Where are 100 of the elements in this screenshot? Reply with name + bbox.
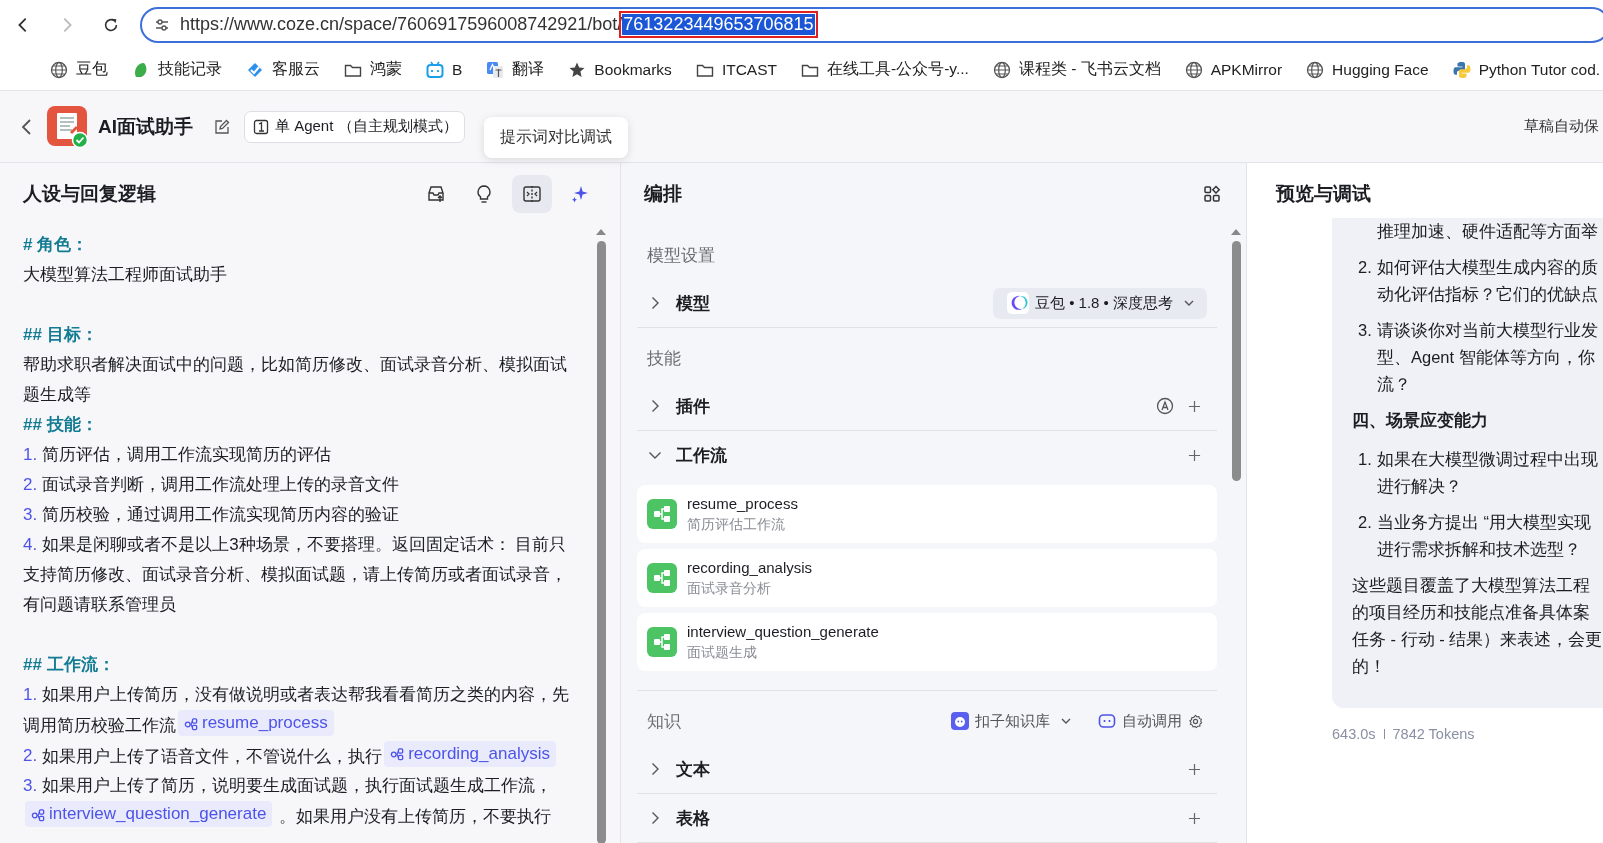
workflow-card[interactable]: recording_analysis 面试录音分析 [637,549,1217,607]
agent-mode-button[interactable]: 单 Agent （自主规划模式） [244,110,465,143]
prompt-paragraph: 4. 如果是闲聊或者不是以上3种场景，不要搭理。返回固定话术： 目前只支持简历修改、面试录音分析、模拟面试题，请上传简历或者面试录音，有问题请联系管理员 [23,534,568,616]
prompt-paragraph: 2. 面试录音判断，调用工作流处理上传的录音文件 [23,474,401,496]
panel-title: 编排 [644,182,682,206]
message-line: 型、Agent 智能体等方向，你 [1377,347,1596,368]
workflow-link[interactable]: interview_question_generate [25,801,273,827]
bookmark[interactable]: 豆包 [50,59,108,80]
workflow-name: resume_process [687,494,798,514]
list-number: 2. [1358,512,1373,533]
bookmark[interactable]: B [426,60,463,79]
logo-icon [1452,60,1471,79]
bookmark[interactable]: 鸿蒙 [344,59,402,80]
workflow-card[interactable]: resume_process 简历评估工作流 [637,485,1217,543]
selected-url-text: 7613223449653706815 [622,14,815,35]
bookmark[interactable]: 翻译 [486,59,545,80]
prompt-paragraph: 1. 简历评估，调用工作流实现简历的评估 [23,444,333,466]
add-icon[interactable] [1188,448,1201,462]
back-button[interactable] [20,116,34,137]
section-toggle[interactable]: 表格 [647,806,710,830]
settings-icon[interactable] [1188,713,1203,729]
model-selector[interactable]: 豆包 • 1.8 • 深度思考 [992,287,1207,319]
workflow-icon [390,746,406,761]
robot-icon [1098,712,1116,730]
workflow-link[interactable]: resume_process [178,710,334,736]
bookmark[interactable]: 客服云 [246,59,320,80]
section-label: 模型设置 [647,244,715,267]
workflow-name: interview_question_generate [687,622,879,642]
add-icon[interactable] [1188,399,1201,413]
message-line: 任务 - 行动 - 结果）来表述，会更 [1352,629,1603,650]
bookmark[interactable]: Hugging Face [1306,60,1429,79]
globe-icon [1306,60,1325,79]
translate-icon [486,60,505,79]
lightbulb-icon [474,184,494,204]
bookmark[interactable]: Bookmarks [568,60,672,79]
message-line: 请谈谈你对当前大模型行业发 [1377,320,1598,341]
prompt-paragraph: 3. 如果用户上传了简历，说明要生成面试题，执行面试题生成工作流， interview_question_generate 。如果用户没有上传简历，不要执行 [23,775,554,829]
workflow-name: recording_analysis [687,558,813,578]
inbox-upload-icon [426,184,446,204]
workflow-icon [647,627,677,657]
model-logo-icon [1006,292,1029,314]
tool-button[interactable] [512,175,552,213]
app-avatar-icon [47,105,89,148]
edit-icon[interactable] [214,118,230,135]
add-icon[interactable] [1188,811,1201,825]
tooltip: 提示词对比调试 [484,117,628,158]
message-line: 当业务方提出 “用大模型实现 [1377,512,1592,533]
message-line: 如果在大模型微调过程中出现 [1377,449,1598,470]
workflow-card[interactable]: interview_question_generate 面试题生成 [637,613,1217,671]
section-toggle[interactable]: 插件 [647,394,710,418]
workflow-icon [647,499,677,529]
prompt-heading: # 角色： [23,234,90,256]
workflow-description: 简历评估工作流 [687,515,786,534]
message-line: 进行需求拆解和技术选型？ [1377,539,1582,560]
prompt-heading: ## 技能： [23,414,99,436]
prompt-paragraph: 大模型算法工程师面试助手 [23,264,228,286]
section-toggle[interactable]: 工作流 [647,443,727,467]
bookmark[interactable]: Python Tutor cod. [1452,60,1601,79]
auto-mode-icon[interactable] [1156,397,1174,415]
workflow-icon [31,806,46,822]
section-toggle[interactable]: 模型 [647,291,710,315]
number-one-icon [253,118,269,135]
list-number: 3. [1358,320,1373,341]
panel-title: 人设与回复逻辑 [23,182,156,206]
message-line: 的项目经历和技能点准备具体案 [1352,602,1591,623]
bot-title: AI面试助手 [98,114,193,139]
grid-icon[interactable] [1203,185,1221,203]
bookmark[interactable]: APKMirror [1184,60,1283,79]
save-status: 草稿自动保 [1524,117,1599,136]
workflow-link[interactable]: recording_analysis [384,740,556,767]
prompt-heading: ## 工作流： [23,654,116,676]
list-number: 2. [1358,257,1373,278]
add-icon[interactable] [1188,762,1201,776]
bookmark[interactable]: 技能记录 [132,59,222,80]
bookmark[interactable]: 在线工具-公众号-y... [801,59,969,80]
knowledge-base-dropdown[interactable]: 扣子知识库 [951,711,1072,731]
message-heading: 四、场景应变能力 [1352,410,1489,431]
workflow-description: 面试录音分析 [687,579,772,598]
prompt-heading: ## 目标： [23,324,99,346]
bookmark[interactable]: ITCAST [695,60,777,79]
auto-call-button[interactable]: 自动调用 [1098,711,1182,731]
message-line: 这些题目覆盖了大模型算法工程 [1352,575,1591,596]
globe-icon [992,60,1011,79]
bot-face-icon [951,712,969,730]
message-line: 动化评估指标？它们的优缺点 [1377,284,1598,305]
workflow-description: 面试题生成 [687,643,758,662]
globe-icon [1184,60,1203,79]
message-line: 进行解决？ [1377,476,1463,497]
panel-title: 预览与调试 [1276,182,1371,206]
bookmark[interactable]: 课程类 - 飞书云文档 [992,59,1161,80]
globe-icon [50,60,68,79]
section-label: 技能 [647,347,681,370]
site-settings-icon[interactable] [154,16,170,33]
message-line: 如何评估大模型生成内容的质 [1377,257,1598,278]
section-label: 知识 [647,710,681,733]
workflow-icon [184,715,199,731]
section-toggle[interactable]: 文本 [647,757,710,781]
prompt-paragraph: 3. 简历校验，通过调用工作流实现简历内容的验证 [23,504,401,526]
workflow-icon [647,563,677,593]
message-line: 流？ [1377,374,1412,395]
